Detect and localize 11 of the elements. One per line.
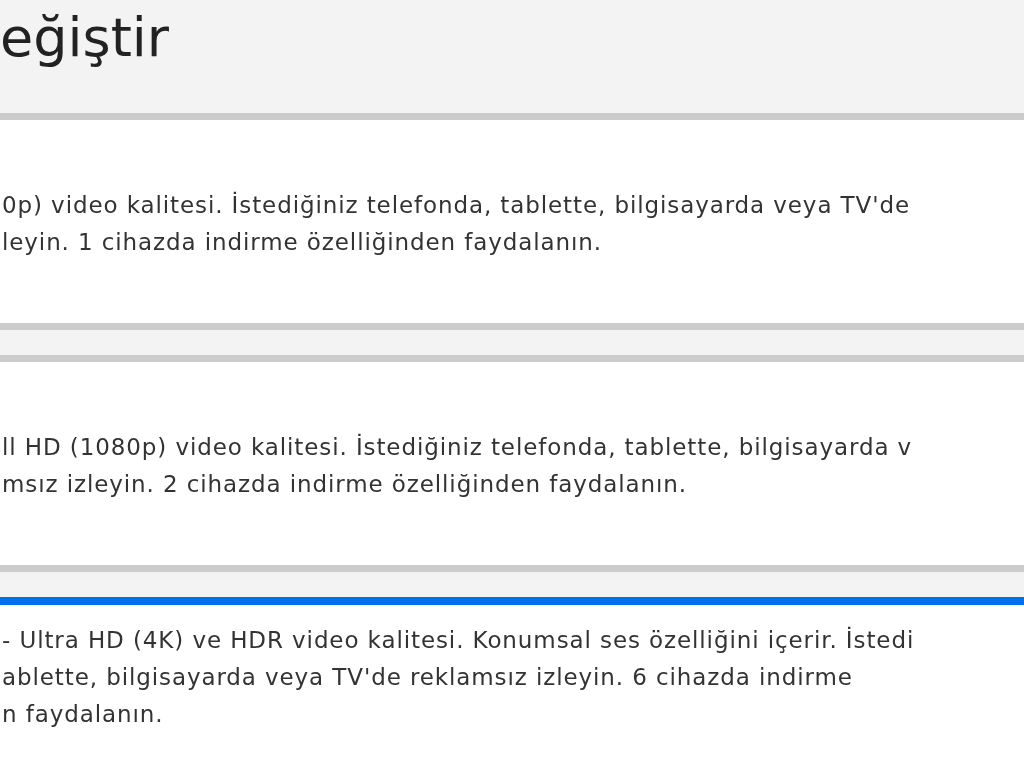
- plan-card[interactable]: - Ultra HD (4K) ve HDR video kalitesi. Konumsal ses özelliğini içerir. İstedi ablette, bilgisayarda veya TV'de reklamsız izleyin. 6 cihazda indirme n faydalanın.: [0, 597, 1024, 768]
- plan-description: ablette, bilgisayarda veya TV'de reklamsız izleyin. 6 cihazda indirme: [1, 663, 853, 692]
- plan-description: ll HD (1080p) video kalitesi. İstediğiniz telefonda, tablette, bilgisayarda v: [1, 432, 913, 462]
- plan-description: leyin. 1 cihazda indirme özelliğinden faydalanın.: [1, 228, 602, 257]
- plan-card[interactable]: ll HD (1080p) video kalitesi. İstediğiniz telefonda, tablette, bilgisayarda v msız izleyin. 2 cihazda indirme özelliğinden faydalanın.: [0, 355, 1024, 572]
- plan-description: msız izleyin. 2 cihazda indirme özelliğinden faydalanın.: [1, 470, 687, 499]
- page-title: eğiştir: [0, 5, 170, 70]
- plan-card[interactable]: 0p) video kalitesi. İstediğiniz telefonda, tablette, bilgisayarda veya TV'de leyin. 1 cihazda indirme özelliğinden faydalanın.: [0, 113, 1024, 330]
- plan-description: - Ultra HD (4K) ve HDR video kalitesi. Konumsal ses özelliğini içerir. İstedi: [1, 625, 915, 655]
- plan-description: 0p) video kalitesi. İstediğiniz telefonda, tablette, bilgisayarda veya TV'de: [1, 190, 910, 220]
- plan-description: n faydalanın.: [1, 700, 164, 729]
